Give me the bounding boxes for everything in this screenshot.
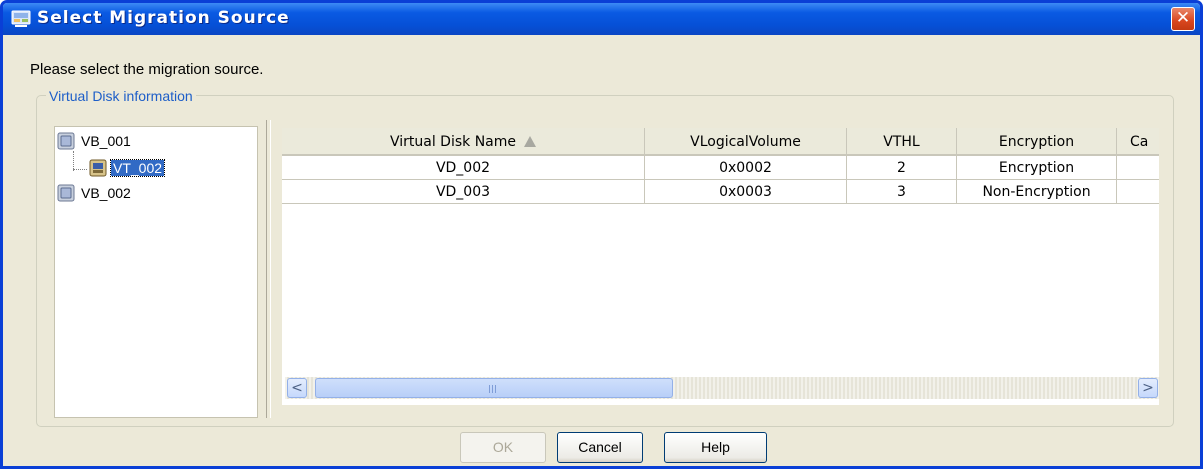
column-header-label: Encryption — [998, 134, 1075, 150]
table-cell: Encryption — [957, 156, 1117, 180]
tree-item-vb-001[interactable]: VB_001 — [57, 131, 133, 151]
column-header-label: Virtual Disk Name — [389, 134, 517, 150]
groupbox-legend: Virtual Disk information — [46, 88, 196, 104]
table-cell: 3 — [847, 180, 957, 204]
scrollbar-thumb[interactable] — [315, 378, 673, 398]
column-header-ca[interactable]: Ca — [1117, 128, 1159, 156]
grip-icon — [489, 385, 490, 393]
column-header-virtual-disk-name[interactable]: Virtual Disk Name — [282, 128, 645, 156]
tree-connector — [73, 169, 87, 170]
grip-icon — [492, 385, 493, 393]
table-cell: VD_003 — [282, 180, 645, 204]
table-cell: Non-Encryption — [957, 180, 1117, 204]
tree-item-label: VB_001 — [81, 133, 131, 149]
close-icon: ✕ — [1175, 8, 1191, 28]
instruction-text: Please select the migration source. — [30, 61, 264, 78]
grip-icon — [495, 385, 496, 393]
table-cell — [1117, 156, 1159, 180]
dialog-window: Select Migration Source ✕ Please select … — [0, 0, 1203, 469]
table-cell — [1117, 180, 1159, 204]
title-bar[interactable]: Select Migration Source ✕ — [3, 3, 1200, 35]
table-row[interactable]: VD_002 0x0002 2 Encryption — [282, 156, 1159, 180]
table-cell: 0x0003 — [645, 180, 847, 204]
column-header-label: VTHL — [883, 134, 920, 150]
column-header-label: Ca — [1130, 134, 1149, 150]
column-header-vthl[interactable]: VTHL — [847, 128, 957, 156]
column-header-encryption[interactable]: Encryption — [957, 128, 1117, 156]
chevron-right-icon: > — [1142, 380, 1154, 396]
column-header-vlogicalvolume[interactable]: VLogicalVolume — [645, 128, 847, 156]
scroll-right-button[interactable]: > — [1138, 378, 1158, 398]
chevron-left-icon: < — [291, 380, 303, 396]
tree-item-label: VT_002 — [109, 159, 166, 177]
disk-box-icon — [57, 132, 75, 150]
table-cell: VD_002 — [282, 156, 645, 180]
virtual-disk-table: Virtual Disk Name VLogicalVolume VTHL En… — [282, 128, 1159, 405]
pane-splitter[interactable] — [266, 120, 271, 418]
tree-connector — [73, 151, 74, 171]
table-cell: 2 — [847, 156, 957, 180]
table-row[interactable]: VD_003 0x0003 3 Non-Encryption — [282, 180, 1159, 204]
sort-ascending-icon — [524, 136, 537, 147]
column-header-label: VLogicalVolume — [690, 134, 801, 150]
disk-box-icon — [57, 184, 75, 202]
table-cell: 0x0002 — [645, 156, 847, 180]
cancel-button[interactable]: Cancel — [557, 432, 643, 463]
tree-item-label: VB_002 — [81, 185, 131, 201]
tree-item-vb-002[interactable]: VB_002 — [57, 183, 133, 203]
ok-button[interactable]: OK — [460, 432, 546, 463]
tree-item-vt-002[interactable]: VT_002 — [89, 158, 166, 178]
migration-app-icon — [11, 10, 31, 27]
close-button[interactable]: ✕ — [1171, 7, 1195, 31]
scroll-left-button[interactable]: < — [287, 378, 307, 398]
disk-volume-icon — [89, 159, 107, 177]
help-button[interactable]: Help — [664, 432, 767, 463]
horizontal-scrollbar[interactable]: < > — [285, 377, 1160, 399]
window-title: Select Migration Source — [37, 8, 290, 28]
